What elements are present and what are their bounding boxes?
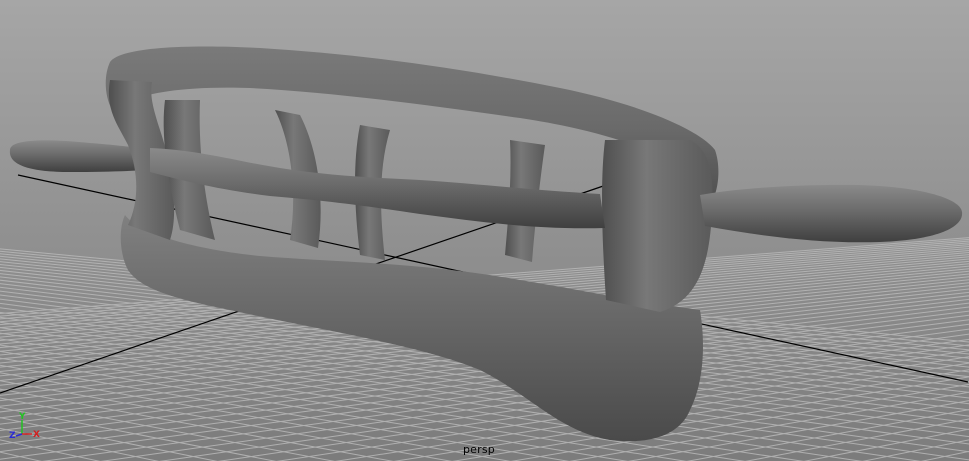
- scene-canvas[interactable]: [0, 0, 969, 461]
- axis-orientation-gizmo: Y X Z: [9, 412, 40, 441]
- perspective-viewport[interactable]: Y X Z persp: [0, 0, 969, 461]
- gizmo-z-label: Z: [9, 431, 16, 441]
- camera-name-label: persp: [463, 443, 495, 456]
- gizmo-x-label: X: [33, 430, 40, 440]
- gizmo-z-axis: [15, 433, 23, 437]
- gizmo-y-label: Y: [18, 412, 26, 422]
